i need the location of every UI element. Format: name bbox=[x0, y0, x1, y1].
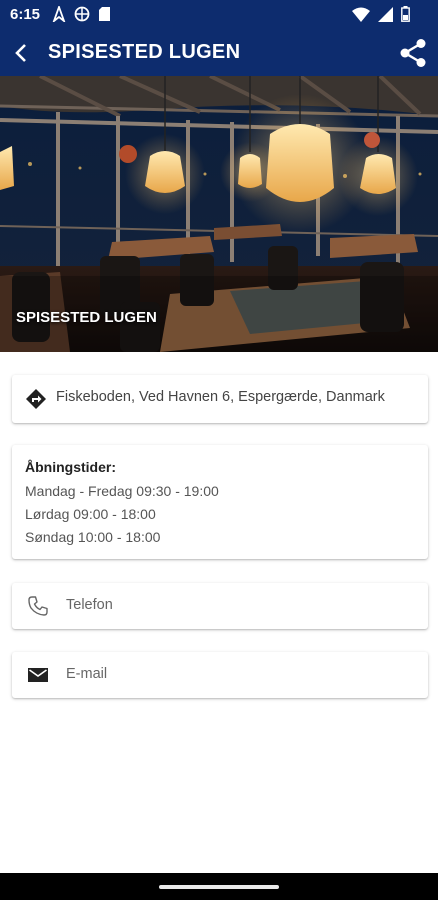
share-icon bbox=[400, 39, 426, 67]
status-icons-right bbox=[352, 6, 410, 22]
directions-icon bbox=[24, 387, 48, 411]
hours-sunday: Søndag 10:00 - 18:00 bbox=[25, 529, 161, 545]
app-bar: SPISESTED LUGEN bbox=[0, 30, 438, 76]
battery-icon bbox=[401, 6, 410, 22]
sd-card-icon bbox=[99, 7, 110, 21]
back-button[interactable] bbox=[4, 36, 38, 70]
globe-icon bbox=[74, 6, 90, 22]
opening-hours-card: Åbningstider: Mandag - Fredag 09:30 - 19… bbox=[12, 445, 428, 559]
home-handle[interactable] bbox=[159, 885, 279, 889]
status-icons-left bbox=[52, 6, 111, 22]
back-arrow-icon bbox=[15, 44, 26, 62]
hours-weekdays: Mandag - Fredag 09:30 - 19:00 bbox=[25, 483, 219, 499]
opening-hours-title: Åbningstider: bbox=[25, 459, 116, 475]
address-card[interactable]: Fiskeboden, Ved Havnen 6, Espergærde, Da… bbox=[12, 375, 428, 423]
email-label: E-mail bbox=[66, 666, 108, 682]
system-nav-bar bbox=[0, 873, 438, 900]
hero-image: SPISESTED LUGEN bbox=[0, 76, 438, 352]
status-bar: 6:15 bbox=[0, 0, 438, 30]
hero-caption: SPISESTED LUGEN bbox=[16, 309, 157, 326]
phone-icon bbox=[26, 594, 50, 618]
address-text: Fiskeboden, Ved Havnen 6, Espergærde, Da… bbox=[56, 389, 385, 405]
phone-label: Telefon bbox=[66, 597, 113, 613]
wifi-icon bbox=[352, 7, 370, 22]
signal-icon bbox=[378, 6, 393, 22]
status-time: 6:15 bbox=[10, 6, 41, 23]
email-button[interactable]: E-mail bbox=[12, 652, 428, 698]
mail-icon bbox=[26, 663, 50, 687]
phone-button[interactable]: Telefon bbox=[12, 583, 428, 629]
navigation-icon bbox=[52, 6, 66, 22]
share-button[interactable] bbox=[394, 34, 432, 72]
hours-saturday: Lørdag 09:00 - 18:00 bbox=[25, 506, 156, 522]
page-title: SPISESTED LUGEN bbox=[48, 41, 241, 63]
